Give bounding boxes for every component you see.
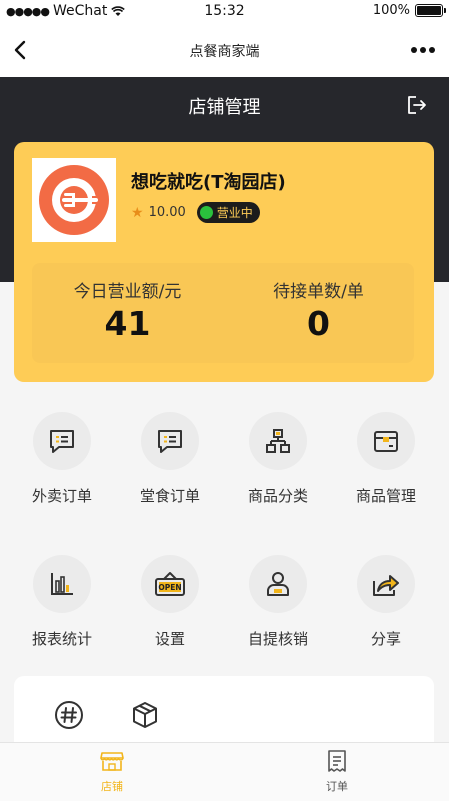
menu-icon-circle: [249, 555, 307, 613]
menu-reports[interactable]: 报表统计: [8, 555, 116, 649]
menu-icon-circle: [33, 555, 91, 613]
menu-icon-circle: [357, 412, 415, 470]
nav-bar: 点餐商家端: [0, 24, 449, 77]
stat-value: 0: [307, 304, 330, 343]
tab-store[interactable]: 店铺: [0, 749, 224, 794]
stat-label: 今日营业额/元: [73, 282, 182, 302]
logout-button[interactable]: [405, 93, 429, 117]
tab-bar: 店铺 订单: [0, 742, 449, 801]
menu-dine-in-orders[interactable]: 堂食订单: [116, 412, 224, 506]
more-button[interactable]: [407, 38, 439, 62]
hashtag-icon: [55, 701, 83, 729]
hashtag-button[interactable]: [52, 698, 86, 732]
stat-value: 41: [104, 304, 151, 343]
store-name: 想吃就吃(T淘园店): [131, 172, 286, 193]
menu-share[interactable]: 分享: [332, 555, 440, 649]
menu-label: 商品分类: [247, 487, 308, 505]
star-icon: ★: [131, 204, 144, 221]
status-dot-icon: [199, 206, 213, 219]
menu-label: 设置: [154, 630, 185, 648]
receipt-icon: [328, 750, 346, 772]
tab-orders[interactable]: 订单: [225, 749, 449, 794]
takeout-order-icon: [50, 430, 74, 453]
status-badge: 营业中: [196, 202, 260, 223]
menu-product-management[interactable]: 商品管理: [332, 412, 440, 506]
stat-pending-orders: 待接单数/单 0: [223, 277, 414, 343]
status-text: 营业中: [216, 206, 253, 220]
logout-icon: [408, 96, 426, 114]
menu-product-category[interactable]: 商品分类: [224, 412, 332, 506]
tab-label: 订单: [326, 780, 348, 793]
share-icon: [373, 575, 399, 596]
product-box-icon: [374, 431, 398, 452]
store-logo: [32, 158, 116, 242]
menu-icon-circle: [357, 555, 415, 613]
store-rating: 10.00: [148, 205, 186, 220]
nav-title: 点餐商家端: [189, 44, 260, 60]
fork-plate-logo-icon: [39, 165, 109, 235]
more-dot-icon: [411, 47, 417, 53]
more-dot-icon: [429, 47, 435, 53]
svg-text:OPEN: OPEN: [158, 583, 181, 592]
store-meta: ★ 10.00 营业中: [131, 202, 260, 223]
battery-icon: [415, 4, 446, 17]
menu-icon-circle: [249, 412, 307, 470]
package-icon: [133, 702, 157, 728]
menu-label: 分享: [370, 630, 401, 648]
stat-revenue: 今日营业额/元 41: [32, 277, 223, 343]
dine-in-order-icon: [158, 430, 182, 453]
store-tab-icon: [100, 752, 124, 771]
menu-settings[interactable]: OPEN 设置: [116, 555, 224, 649]
menu-label: 堂食订单: [139, 487, 200, 505]
menu-pickup-verify[interactable]: 自提核销: [224, 555, 332, 649]
menu-label: 外卖订单: [31, 487, 92, 505]
battery-percent: 100%: [372, 3, 410, 18]
tab-label: 店铺: [101, 780, 123, 793]
package-button[interactable]: [128, 698, 162, 732]
category-icon: [266, 429, 290, 453]
bar-chart-icon: [51, 573, 73, 595]
stat-label: 待接单数/单: [273, 282, 364, 302]
user-icon: [267, 572, 289, 596]
more-dot-icon: [420, 47, 426, 53]
store-card: 想吃就吃(T淘园店) ★ 10.00 营业中 今日营业额/元 41 待接单数/单…: [14, 142, 434, 382]
menu-label: 报表统计: [31, 630, 92, 648]
menu-label: 商品管理: [355, 487, 416, 505]
menu-label: 自提核销: [247, 630, 308, 648]
stats-box: 今日营业额/元 41 待接单数/单 0: [32, 263, 414, 363]
status-bar: ●●●●● WeChat 15:32 100%: [0, 0, 449, 24]
menu-icon-circle: [141, 412, 199, 470]
menu-icon-circle: [33, 412, 91, 470]
battery-group: 100%: [372, 3, 446, 18]
open-sign-icon: OPEN: [155, 572, 185, 596]
menu-icon-circle: OPEN: [141, 555, 199, 613]
menu-takeout-orders[interactable]: 外卖订单: [8, 412, 116, 506]
page-title: 店铺管理: [188, 97, 261, 118]
